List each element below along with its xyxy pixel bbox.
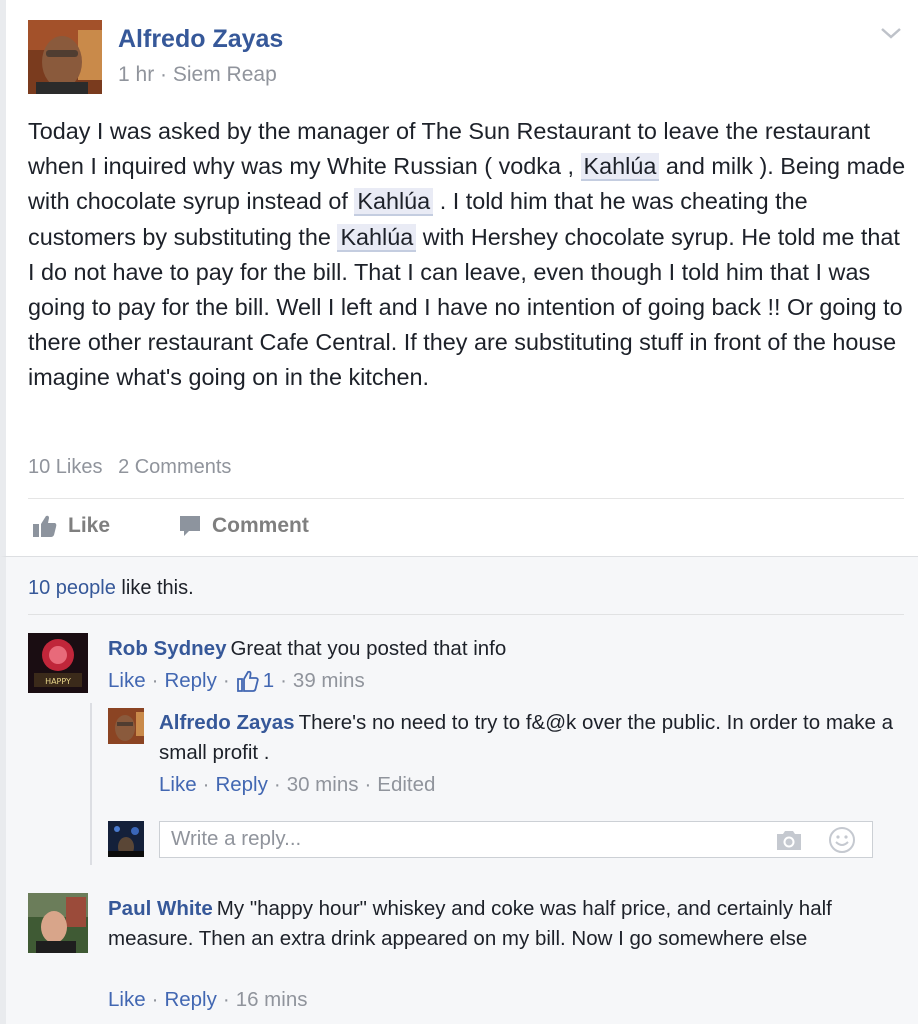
commenter-name[interactable]: Rob Sydney [108,637,226,660]
comment-actions: Like · Reply · 1 · 39 mins [108,669,365,693]
reply-placeholder: Write a reply... [171,827,302,850]
camera-icon[interactable] [774,827,804,858]
tag-kahlua[interactable]: Kahlúa [354,188,434,217]
reply-reply-link[interactable]: Reply [215,773,267,797]
comment-text: Rob Sydney Great that you posted that inf… [108,634,898,664]
comment-bubble-icon [180,516,200,536]
reply-like-link[interactable]: Like [159,773,197,797]
reply-actions: Like · Reply · 30 mins · Edited [159,773,435,797]
comment-actions: Like · Reply · 16 mins [108,988,307,1012]
dot-separator: · [273,773,281,796]
comments-count[interactable]: 2 Comments [118,456,231,478]
tag-kahlua[interactable]: Kahlúa [337,223,417,252]
post-card: Alfredo Zayas 1 hr · Siem Reap Today I w… [0,0,918,556]
reply-text: Alfredo Zayas There's no need to try to f… [159,708,899,768]
tag-kahlua[interactable]: Kahlúa [580,153,660,182]
likes-count[interactable]: 10 Likes [28,456,103,478]
comment-text: Paul White My "happy hour" whiskey and co… [108,894,878,954]
reply-author-avatar[interactable] [108,708,144,744]
comment-body: Great that you posted that info [230,637,507,660]
reply-author-name[interactable]: Alfredo Zayas [159,711,295,734]
comment-like-link[interactable]: Like [108,669,146,693]
dot-separator: · [280,669,287,692]
post-body: Today I was asked by the manager of The … [28,114,908,396]
likes-summary: 10 people like this. [28,577,194,600]
dot-separator: · [222,988,230,1011]
people-like-link[interactable]: 10 people [28,577,116,599]
like-button[interactable]: Like [32,514,110,538]
comments-section: 10 people like this. HAPPY Rob Sydney Gre… [0,556,918,1024]
current-user-avatar [108,821,144,857]
dot-separator: · [364,773,372,796]
like-reaction-icon[interactable] [236,670,260,692]
divider [28,614,904,615]
comment-label: Comment [212,514,309,537]
post-time[interactable]: 1 hr [118,63,154,86]
dot-separator: · [202,773,210,796]
reply-time[interactable]: 30 mins [287,773,359,797]
reaction-count[interactable]: 1 [263,669,274,693]
likes-summary-text: like this. [115,577,194,599]
thumbs-up-icon [33,515,57,537]
post-stats: 10 Likes 2 Comments [28,456,241,479]
chevron-down-icon[interactable] [878,22,904,44]
meta-separator: · [160,63,168,86]
reply-thread-line [90,703,92,865]
dot-separator: · [151,669,159,692]
divider [28,498,904,499]
comment-reply-link[interactable]: Reply [164,988,216,1012]
commenter-avatar[interactable]: HAPPY [28,633,88,693]
like-label: Like [68,514,111,537]
reply-input[interactable]: Write a reply... [159,821,873,858]
comment-time[interactable]: 39 mins [293,669,365,693]
dot-separator: · [222,669,230,692]
author-avatar[interactable] [28,20,102,94]
smiley-icon[interactable] [828,826,856,859]
comment-reply-link[interactable]: Reply [164,669,216,693]
comment-body: My "happy hour" whiskey and coke was hal… [108,897,832,950]
commenter-name[interactable]: Paul White [108,897,213,920]
dot-separator: · [151,988,159,1011]
comment-button[interactable]: Comment [178,514,309,538]
comment-like-link[interactable]: Like [108,988,146,1012]
post-author-name[interactable]: Alfredo Zayas [118,25,283,54]
edited-label[interactable]: Edited [377,773,435,797]
svg-text:HAPPY: HAPPY [45,677,71,686]
post-location[interactable]: Siem Reap [173,63,277,86]
commenter-avatar[interactable] [28,893,88,953]
post-meta: 1 hr · Siem Reap [118,63,277,87]
comment-time[interactable]: 16 mins [236,988,308,1012]
